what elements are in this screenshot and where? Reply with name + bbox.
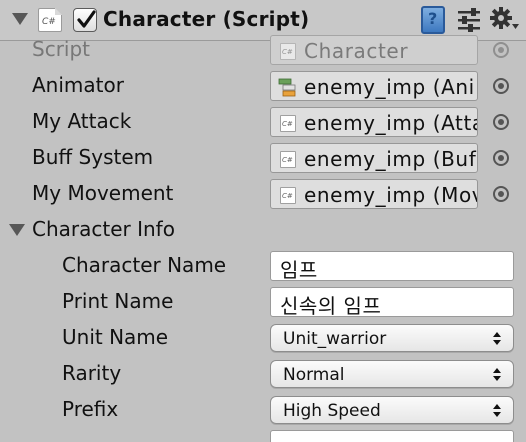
buff-system-label: Buff System	[32, 145, 154, 169]
animator-value: enemy_imp (Ani	[304, 75, 475, 99]
script-label: Script	[32, 37, 91, 61]
rarity-value: Normal	[283, 365, 345, 385]
unit-name-value: Unit_warrior	[283, 329, 387, 349]
object-picker-icon[interactable]	[493, 78, 509, 94]
my-movement-label: My Movement	[32, 181, 174, 205]
my-attack-value: enemy_imp (Atta	[304, 111, 478, 135]
csharp-script-icon: C#	[38, 8, 62, 32]
my-movement-field[interactable]: C# enemy_imp (Mov	[270, 179, 478, 209]
script-value: Character	[304, 39, 409, 63]
character-name-value: 임프	[280, 258, 318, 281]
preset-sliders-icon[interactable]	[456, 6, 482, 34]
up-down-arrows-icon	[493, 404, 501, 417]
animator-label: Animator	[32, 73, 124, 97]
csharp-script-icon: C#	[280, 115, 296, 132]
component-enabled-checkbox[interactable]	[73, 8, 97, 32]
rarity-dropdown[interactable]: Normal	[270, 360, 514, 388]
next-field-partial[interactable]	[270, 430, 514, 442]
script-field: C# Character	[270, 35, 478, 65]
prefix-dropdown[interactable]: High Speed	[270, 396, 514, 424]
foldout-triangle-icon[interactable]	[9, 224, 25, 236]
csharp-script-icon: C#	[280, 43, 296, 60]
buff-system-value: enemy_imp (Buf	[304, 147, 477, 171]
object-picker-icon[interactable]	[493, 186, 509, 202]
component-title: Character (Script)	[103, 7, 310, 31]
character-info-foldout[interactable]: Character Info	[32, 217, 175, 241]
csharp-script-icon: C#	[280, 151, 296, 168]
object-picker-icon	[493, 42, 509, 58]
my-movement-value: enemy_imp (Mov	[304, 183, 478, 207]
up-down-arrows-icon	[493, 332, 501, 345]
unit-name-label: Unit Name	[62, 325, 169, 349]
foldout-triangle-icon[interactable]	[12, 13, 28, 25]
help-book-icon[interactable]: ?	[421, 6, 445, 34]
unit-name-dropdown[interactable]: Unit_warrior	[270, 324, 514, 352]
animator-field[interactable]: enemy_imp (Ani	[270, 71, 478, 101]
character-name-label: Character Name	[62, 253, 227, 277]
print-name-label: Print Name	[62, 289, 174, 313]
print-name-input[interactable]: 신속의 임프	[270, 287, 514, 317]
rarity-label: Rarity	[62, 361, 122, 385]
prefix-label: Prefix	[62, 397, 119, 421]
checkmark-icon	[77, 10, 96, 28]
up-down-arrows-icon	[493, 368, 501, 381]
gear-icon[interactable]	[488, 4, 520, 36]
animator-controller-icon	[278, 78, 296, 97]
my-attack-label: My Attack	[32, 109, 132, 133]
buff-system-field[interactable]: C# enemy_imp (Buf	[270, 143, 478, 173]
print-name-value: 신속의 임프	[280, 294, 382, 317]
prefix-value: High Speed	[283, 401, 381, 421]
object-picker-icon[interactable]	[493, 150, 509, 166]
my-attack-field[interactable]: C# enemy_imp (Atta	[270, 107, 478, 137]
csharp-script-icon: C#	[280, 187, 296, 204]
object-picker-icon[interactable]	[493, 114, 509, 130]
character-name-input[interactable]: 임프	[270, 251, 514, 281]
